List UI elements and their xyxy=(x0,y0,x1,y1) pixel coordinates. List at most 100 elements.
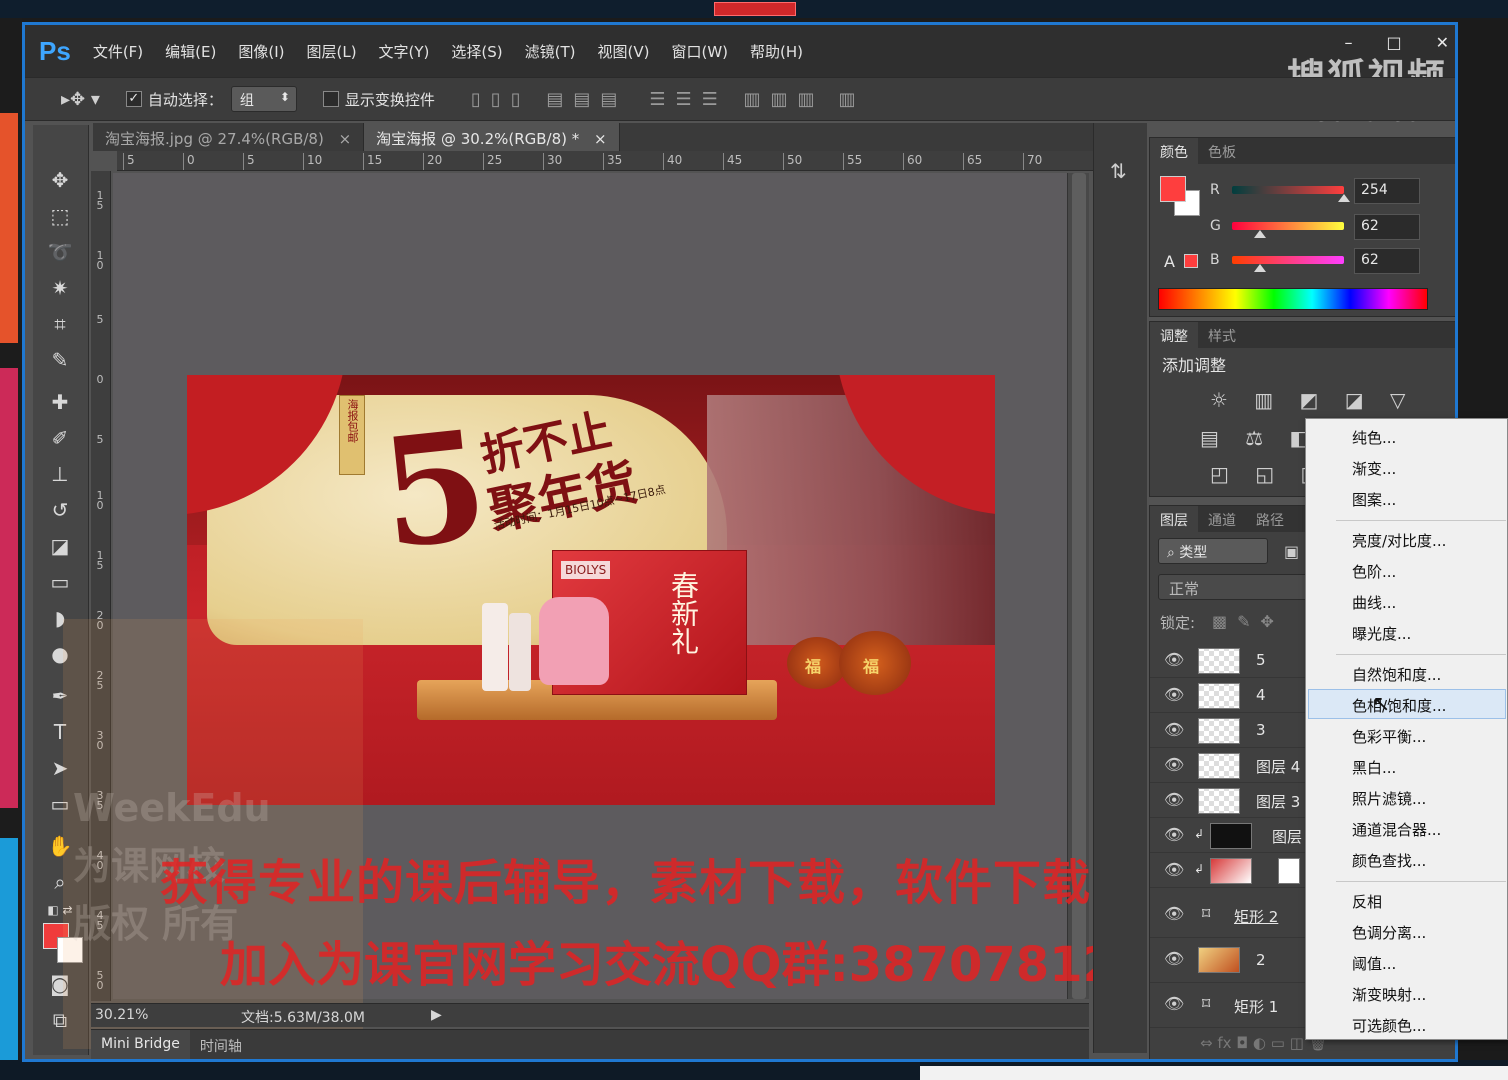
layer-name[interactable]: 4 xyxy=(1256,686,1266,704)
menu-image[interactable]: 图像(I) xyxy=(238,41,284,62)
color-spectrum-bar[interactable] xyxy=(1158,288,1428,310)
eye-icon[interactable]: 👁 xyxy=(1164,994,1184,1013)
layer-name[interactable]: 2 xyxy=(1256,951,1266,969)
menu-select[interactable]: 选择(S) xyxy=(451,41,502,62)
menu-item-photo-filter[interactable]: 照片滤镜... xyxy=(1352,788,1426,809)
doc-tab-close-icon[interactable]: × xyxy=(339,130,352,148)
layer-name[interactable]: 图层 3 xyxy=(1256,791,1300,812)
doc-tab-close-icon[interactable]: × xyxy=(594,130,607,148)
layer-name[interactable]: 图层 4 xyxy=(1256,756,1300,777)
move-tool-icon[interactable]: ✥ xyxy=(45,165,75,195)
menu-item-exposure[interactable]: 曝光度... xyxy=(1352,623,1411,644)
marquee-tool-icon[interactable]: ⬚ xyxy=(45,201,75,231)
g-slider-knob[interactable] xyxy=(1254,230,1266,238)
gradient-tool-icon[interactable]: ▭ xyxy=(45,567,75,597)
eyedropper-tool-icon[interactable]: ✎ xyxy=(45,345,75,375)
auto-select-checkbox[interactable]: ✓ xyxy=(125,91,142,107)
eye-icon[interactable]: 👁 xyxy=(1164,790,1184,809)
eye-icon[interactable]: 👁 xyxy=(1164,904,1184,923)
auto-select-dropdown[interactable]: 组 xyxy=(230,86,297,112)
lasso-tool-icon[interactable]: ➰ xyxy=(45,237,75,267)
crop-tool-icon[interactable]: ⌗ xyxy=(45,309,75,339)
tab-layers[interactable]: 图层 xyxy=(1150,506,1198,532)
gamut-warning-swatch[interactable] xyxy=(1184,254,1198,268)
eye-icon[interactable]: 👁 xyxy=(1164,650,1184,669)
menu-edit[interactable]: 编辑(E) xyxy=(165,41,216,62)
tab-paths[interactable]: 路径 xyxy=(1246,506,1294,532)
menu-filter[interactable]: 滤镜(T) xyxy=(525,41,576,62)
menu-layer[interactable]: 图层(L) xyxy=(306,41,356,62)
history-panel-icon[interactable]: ⇅ xyxy=(1110,159,1127,183)
menu-item-solid-color[interactable]: 纯色... xyxy=(1352,427,1396,448)
g-slider[interactable] xyxy=(1232,222,1344,230)
menu-item-channel-mixer[interactable]: 通道混合器... xyxy=(1352,819,1441,840)
b-slider-knob[interactable] xyxy=(1254,264,1266,272)
menu-item-vibrance[interactable]: 自然饱和度... xyxy=(1352,664,1441,685)
adjustment-icons-row-2[interactable]: ▤ ⚖ ◧ xyxy=(1200,426,1318,450)
menu-item-color-balance[interactable]: 色彩平衡... xyxy=(1352,726,1426,747)
zoom-level[interactable]: 30.21% xyxy=(95,1007,148,1023)
r-slider[interactable] xyxy=(1232,186,1344,194)
status-menu-arrow-icon[interactable]: ▶ xyxy=(431,1007,442,1023)
doc-tab-psd[interactable]: 淘宝海报 @ 30.2%(RGB/8) * × xyxy=(364,123,620,151)
eye-icon[interactable]: 👁 xyxy=(1164,949,1184,968)
menu-item-black-white[interactable]: 黑白... xyxy=(1352,757,1396,778)
menu-item-selective-color[interactable]: 可选颜色... xyxy=(1352,1015,1426,1036)
history-brush-tool-icon[interactable]: ↺ xyxy=(45,495,75,525)
eye-icon[interactable]: 👁 xyxy=(1164,755,1184,774)
b-slider[interactable] xyxy=(1232,256,1344,264)
menu-item-levels[interactable]: 色阶... xyxy=(1352,561,1396,582)
healing-brush-tool-icon[interactable]: ✚ xyxy=(45,387,75,417)
layer-name[interactable]: 3 xyxy=(1256,721,1266,739)
menu-item-posterize[interactable]: 色调分离... xyxy=(1352,922,1426,943)
tab-color[interactable]: 颜色 xyxy=(1150,138,1198,164)
menu-type[interactable]: 文字(Y) xyxy=(379,41,430,62)
tab-timeline[interactable]: 时间轴 xyxy=(190,1030,252,1059)
menu-view[interactable]: 视图(V) xyxy=(598,41,650,62)
menu-item-threshold[interactable]: 阈值... xyxy=(1352,953,1396,974)
layer-name[interactable]: 5 xyxy=(1256,651,1266,669)
menu-item-brightness-contrast[interactable]: 亮度/对比度... xyxy=(1352,530,1446,551)
align-buttons-icon[interactable]: ▯▯▯ ▤▤▤ xyxy=(471,89,627,110)
eye-icon[interactable]: 👁 xyxy=(1164,860,1184,879)
r-slider-knob[interactable] xyxy=(1338,194,1350,202)
menu-item-color-lookup[interactable]: 颜色查找... xyxy=(1352,850,1426,871)
menu-item-gradient-map[interactable]: 渐变映射... xyxy=(1352,984,1426,1005)
lock-icons[interactable]: ▩✎✥ xyxy=(1212,612,1284,631)
layer-filter-select[interactable]: ⌕ 类型 xyxy=(1158,538,1268,564)
g-value[interactable]: 62 xyxy=(1354,214,1420,240)
menu-item-curves[interactable]: 曲线... xyxy=(1352,592,1396,613)
layer-name[interactable]: 矩形 2 xyxy=(1234,906,1278,927)
tab-mini-bridge[interactable]: Mini Bridge xyxy=(91,1030,190,1059)
doc-tab-jpg[interactable]: 淘宝海报.jpg @ 27.4%(RGB/8) × xyxy=(93,123,365,151)
b-value[interactable]: 62 xyxy=(1354,248,1420,274)
eye-icon[interactable]: 👁 xyxy=(1164,825,1184,844)
move-tool-preset-icon[interactable]: ▸✥ ▾ xyxy=(61,89,100,110)
r-value[interactable]: 254 xyxy=(1354,178,1420,204)
menu-item-hue-saturation[interactable]: 色相/饱和度... xyxy=(1352,695,1446,716)
foreground-color-chip[interactable] xyxy=(1160,176,1186,202)
blend-mode-select[interactable]: 正常 xyxy=(1158,574,1308,600)
show-transform-checkbox[interactable] xyxy=(322,91,339,107)
stamp-tool-icon[interactable]: ⊥ xyxy=(45,459,75,489)
menu-help[interactable]: 帮助(H) xyxy=(750,41,803,62)
distribute-buttons-icon[interactable]: ☰☰☰ ▥▥▥ xyxy=(649,89,824,110)
eye-icon[interactable]: 👁 xyxy=(1164,720,1184,739)
layer-name[interactable]: 图层 xyxy=(1272,826,1302,847)
menu-item-invert[interactable]: 反相 xyxy=(1352,891,1382,912)
menu-item-gradient[interactable]: 渐变... xyxy=(1352,458,1396,479)
auto-align-icon[interactable]: ▥ xyxy=(839,89,866,110)
image-filter-icon[interactable]: ▣ xyxy=(1284,542,1299,561)
layer-name[interactable]: 矩形 1 xyxy=(1234,996,1278,1017)
tab-styles[interactable]: 样式 xyxy=(1198,322,1246,348)
brush-tool-icon[interactable]: ✐ xyxy=(45,423,75,453)
eye-icon[interactable]: 👁 xyxy=(1164,685,1184,704)
gamut-warning-icon[interactable]: A xyxy=(1164,252,1175,271)
tab-swatches[interactable]: 色板 xyxy=(1198,138,1246,164)
menu-window[interactable]: 窗口(W) xyxy=(672,41,729,62)
menu-file[interactable]: 文件(F) xyxy=(93,41,143,62)
menu-item-pattern[interactable]: 图案... xyxy=(1352,489,1396,510)
magic-wand-tool-icon[interactable]: ✷ xyxy=(45,273,75,303)
tab-channels[interactable]: 通道 xyxy=(1198,506,1246,532)
adjustment-icons-row-1[interactable]: ☼ ▥ ◩ ◪ ▽ xyxy=(1210,388,1415,412)
